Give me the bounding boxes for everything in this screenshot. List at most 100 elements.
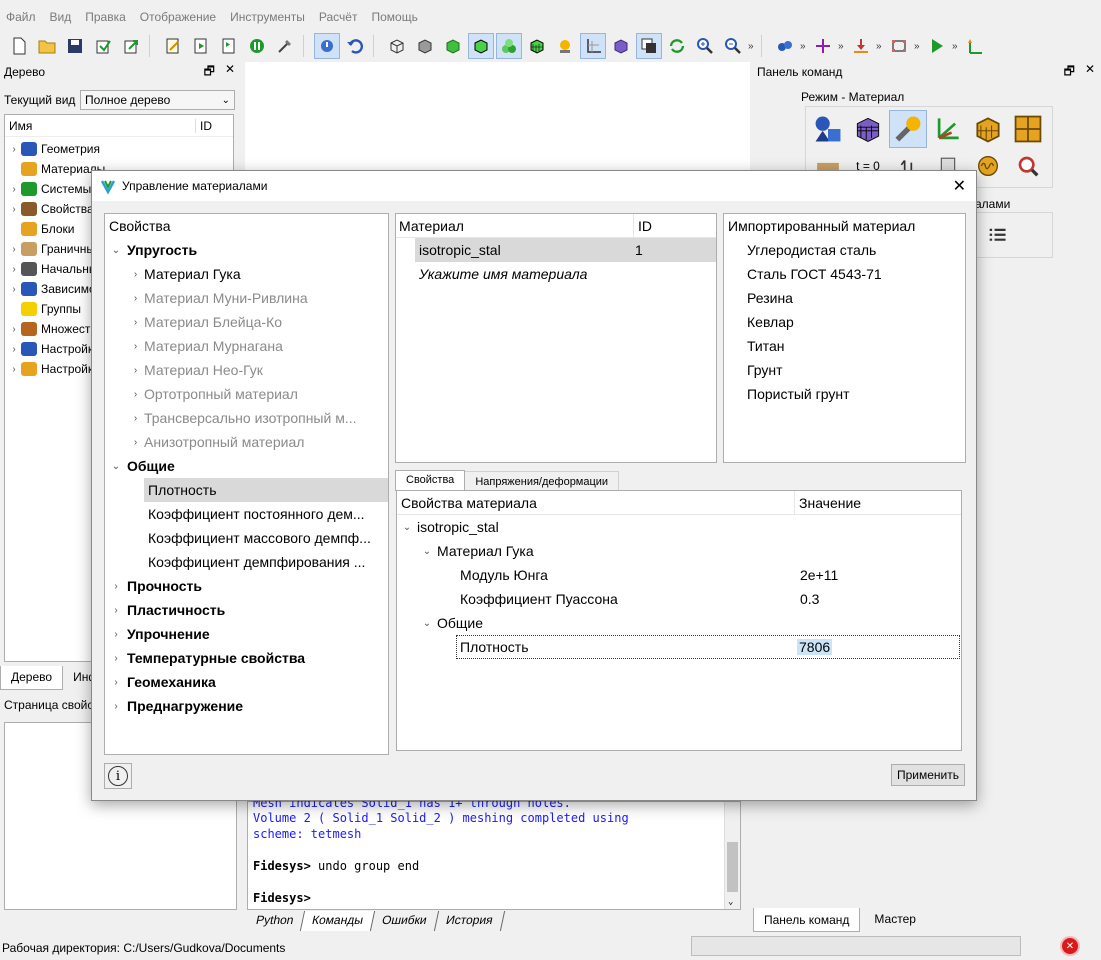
chevron-right-icon[interactable]: › [105,581,127,592]
chevron-right-icon[interactable]: › [105,653,127,664]
toolbar-overflow-icon[interactable]: » [914,41,922,52]
grid-icon[interactable] [1009,110,1047,148]
shaded-icon[interactable] [440,33,466,59]
property-type-item[interactable]: › Материал Гука [105,262,388,286]
imported-material-item[interactable]: Резина [724,286,965,310]
apply-button[interactable]: Применить [891,764,965,786]
chevron-right-icon[interactable]: › [127,341,144,352]
chevron-right-icon[interactable]: › [7,284,21,295]
property-type-item[interactable]: › Анизотропный материал [105,430,388,454]
tab-command-panel[interactable]: Панель команд [753,908,861,932]
refresh-icon[interactable] [664,33,690,59]
shaded-edges-icon[interactable] [468,33,494,59]
chevron-right-icon[interactable]: › [7,184,21,195]
property-group[interactable]: › Упрочнение [105,622,388,646]
toolbar-overflow-icon[interactable]: » [876,41,884,52]
chevron-right-icon[interactable]: › [7,144,21,155]
scroll-down-icon[interactable]: ⌄ [728,897,733,907]
property-type-item[interactable]: Плотность [144,478,388,502]
col-material-header[interactable]: Материал [396,214,634,238]
tab-wizard[interactable]: Мастер [860,908,930,932]
col-prop-header[interactable]: Свойства материала [397,491,795,515]
export-icon[interactable] [118,33,144,59]
float-icon[interactable]: 🗗 [204,62,215,83]
open-folder-icon[interactable] [34,33,60,59]
menu-item[interactable]: Правка [85,10,126,24]
property-type-item[interactable]: › Материал Мурнагана [105,334,388,358]
info-button[interactable]: i [104,763,132,789]
float-icon[interactable]: 🗗 [1064,62,1075,83]
chevron-right-icon[interactable]: › [105,677,127,688]
console-tab[interactable]: История [434,911,505,931]
material-mode-icon[interactable] [889,110,927,148]
hidden-line-icon[interactable] [412,33,438,59]
property-type-item[interactable]: Коэффициент постоянного дем... [105,502,388,526]
property-group[interactable]: › Преднагружение [105,694,388,718]
chevron-down-icon[interactable]: ⌄ [105,461,127,472]
col-id-header[interactable]: ID [634,218,652,234]
close-icon[interactable]: ✕ [225,62,235,83]
coord-system-icon[interactable] [929,110,967,148]
property-type-item[interactable]: › Трансверсально изотропный м... [105,406,388,430]
imported-material-item[interactable]: Грунт [724,358,965,382]
chevron-down-icon[interactable]: ⌄ [417,618,437,629]
toolbar-overflow-icon[interactable]: » [748,41,756,52]
python-console[interactable]: Mesh indicates Solid_1 has 1+ through ho… [247,796,741,910]
chevron-right-icon[interactable]: › [7,264,21,275]
run-id-icon[interactable] [216,33,242,59]
dialog-close-icon[interactable]: ✕ [953,176,966,196]
menu-item[interactable]: Расчёт [319,10,358,24]
lights-icon[interactable] [552,33,578,59]
import-icon[interactable] [90,33,116,59]
density-value[interactable]: 7806 [797,639,833,655]
menu-item[interactable]: Помощь [371,10,417,24]
mesh-view-icon[interactable] [524,33,550,59]
grid-row-density[interactable]: Плотность 7806 [456,635,960,659]
load-icon[interactable] [848,33,874,59]
chevron-right-icon[interactable]: › [105,629,127,640]
tab-properties[interactable]: Свойства [395,470,466,491]
grid-row-young[interactable]: Модуль Юнга 2e+11 [397,563,961,587]
imported-material-item[interactable]: Углеродистая сталь [724,238,965,262]
grid-row-root[interactable]: ⌄ isotropic_stal [397,515,961,539]
property-type-item[interactable]: Коэффициент массового демпф... [105,526,388,550]
inspect-icon[interactable] [1009,151,1047,181]
tools-icon[interactable] [272,33,298,59]
current-view-combo[interactable]: Полное дерево ⌄ [80,90,235,110]
chevron-right-icon[interactable]: › [127,389,144,400]
property-group[interactable]: › Прочность [105,574,388,598]
grid-row-poisson[interactable]: Коэффициент Пуассона 0.3 [397,587,961,611]
console-tab[interactable]: Ошибки [371,911,439,931]
settings-group-icon[interactable] [772,33,798,59]
material-row[interactable]: isotropic_stal 1 [415,238,716,262]
young-value[interactable]: 2e+11 [800,567,838,583]
blocks-icon[interactable] [969,110,1007,148]
chevron-right-icon[interactable]: › [7,364,21,375]
imported-material-item[interactable]: Кевлар [724,310,965,334]
edit-script-icon[interactable] [160,33,186,59]
undo-icon[interactable] [342,33,368,59]
pause-icon[interactable] [244,33,270,59]
poisson-value[interactable]: 0.3 [800,591,819,607]
run-calc-icon[interactable] [924,33,950,59]
col-name-header[interactable]: Имя [9,119,195,133]
smooth-shaded-icon[interactable] [496,33,522,59]
chevron-right-icon[interactable]: › [127,437,144,448]
grid-row-general[interactable]: ⌄ Общие [397,611,961,635]
console-tab[interactable]: Python [244,911,306,931]
bounds-icon[interactable] [886,33,912,59]
zoom-in-icon[interactable] [692,33,718,59]
property-group[interactable]: ⌄ Упругость [105,238,388,262]
chevron-right-icon[interactable]: › [127,365,144,376]
property-type-item[interactable]: › Ортотропный материал [105,382,388,406]
imported-material-item[interactable]: Пористый грунт [724,382,965,406]
new-material-placeholder[interactable]: Укажите имя материала [396,262,716,286]
property-type-item[interactable]: › Материал Муни-Ривлина [105,286,388,310]
chevron-right-icon[interactable]: › [105,605,127,616]
mesh-mode-icon[interactable] [849,110,887,148]
grid-row-hooke[interactable]: ⌄ Материал Гука [397,539,961,563]
list-icon[interactable] [982,221,1012,251]
imported-material-item[interactable]: Сталь ГОСТ 4543-71 [724,262,965,286]
property-type-item[interactable]: Коэффициент демпфирования ... [105,550,388,574]
cube-view-icon[interactable] [608,33,634,59]
